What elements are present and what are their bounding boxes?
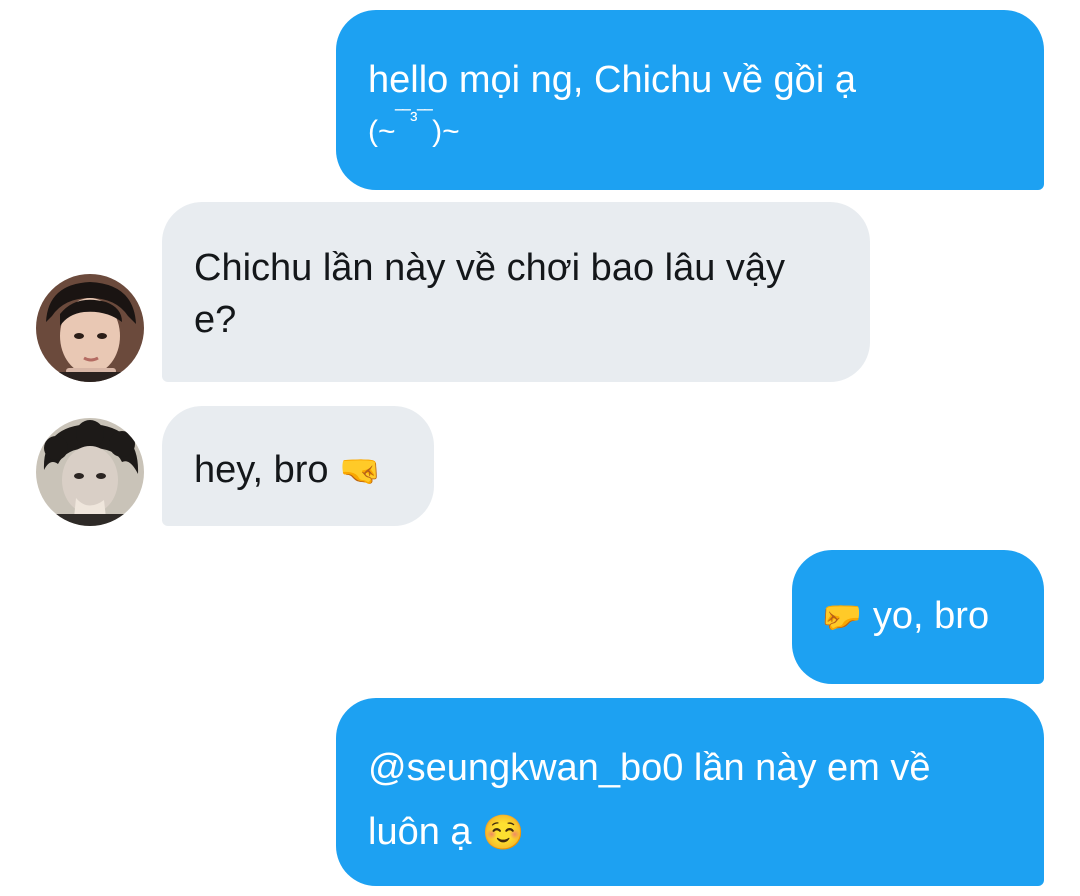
message-bubble-outgoing[interactable]: @seungkwan_bo0 lần này em về luôn ạ ☺️ [336,698,1044,886]
message-bubble-outgoing[interactable]: 🤛 yo, bro [792,550,1044,684]
avatar[interactable] [36,418,144,526]
message-text: hello mọi ng, Chichu về gồi ạ [368,59,856,101]
avatar-curly-hair-image [36,418,144,526]
message-text-emoticon: (~‾‾³‾‾)~ [368,107,460,148]
message-bubble-outgoing[interactable]: hello mọi ng, Chichu về gồi ạ (~‾‾³‾‾)~ [336,10,1044,190]
avatar[interactable] [36,274,144,382]
message-bubble-incoming[interactable]: Chichu lần này về chơi bao lâu vậy e? [162,202,870,382]
message-text: @seungkwan_bo0 lần này em về luôn ạ [368,747,931,853]
avatar-dark-hair-image [36,274,144,382]
message-bubble-incoming[interactable]: hey, bro 🤜 [162,406,434,526]
message-text: yo, bro [872,595,990,637]
message-text: hey, bro [194,449,329,491]
message-text: Chichu lần này về chơi bao lâu vậy e? [194,247,786,341]
right-facing-fist-icon: 🤜 [339,451,382,491]
smiling-face-icon: ☺️ [482,813,525,853]
left-facing-fist-icon: 🤛 [820,597,863,637]
